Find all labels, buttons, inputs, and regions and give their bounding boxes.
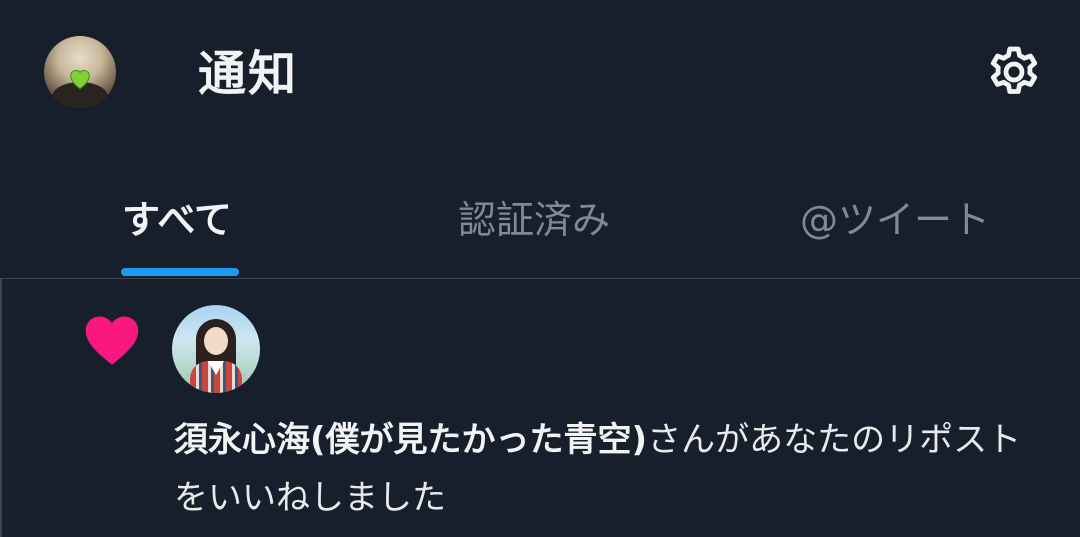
- top-bar: 通知: [0, 0, 1080, 150]
- user-avatar[interactable]: [44, 36, 116, 108]
- active-tab-indicator: [121, 268, 239, 276]
- tab-mentions[interactable]: @ツイート: [800, 190, 990, 250]
- liker-avatar[interactable]: [172, 305, 260, 393]
- green-heart-icon: [70, 69, 90, 90]
- settings-button[interactable]: [984, 42, 1044, 102]
- avatar-image-face: [204, 327, 228, 355]
- notification-tabs: すべて 認証済み @ツイート: [0, 170, 1080, 278]
- tab-all[interactable]: すべて: [122, 190, 232, 250]
- gear-icon: [990, 46, 1038, 94]
- notification-item[interactable]: 須永心海(僕が見たかった青空)さんがあなたのリポストをいいねしました: [0, 279, 1080, 537]
- notification-text: 須永心海(僕が見たかった青空)さんがあなたのリポストをいいねしました: [174, 411, 1054, 527]
- liker-name[interactable]: 須永心海(僕が見たかった青空): [174, 420, 647, 460]
- notifications-page: 通知 すべて 認証済み @ツイート 須永心海(僕が見たかった青空)さんがあなたの…: [0, 0, 1080, 537]
- page-title: 通知: [198, 46, 299, 102]
- tab-verified[interactable]: 認証済み: [458, 190, 610, 250]
- heart-icon: [85, 316, 139, 365]
